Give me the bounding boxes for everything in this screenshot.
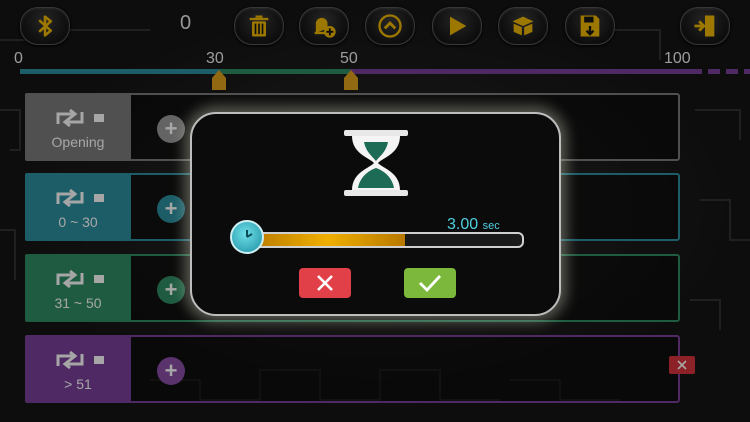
duration-slider[interactable] bbox=[248, 232, 524, 248]
duration-slider-fill bbox=[250, 234, 406, 246]
delay-dialog: 3.00 sec bbox=[190, 112, 561, 316]
duration-unit: sec bbox=[482, 220, 500, 232]
cancel-button[interactable] bbox=[299, 268, 351, 298]
confirm-button[interactable] bbox=[404, 268, 456, 298]
duration-value: 3.00 bbox=[447, 216, 479, 233]
check-icon bbox=[419, 275, 442, 293]
slider-knob-clock-icon[interactable] bbox=[230, 220, 264, 254]
close-icon bbox=[317, 275, 333, 291]
hourglass-icon bbox=[344, 130, 408, 196]
